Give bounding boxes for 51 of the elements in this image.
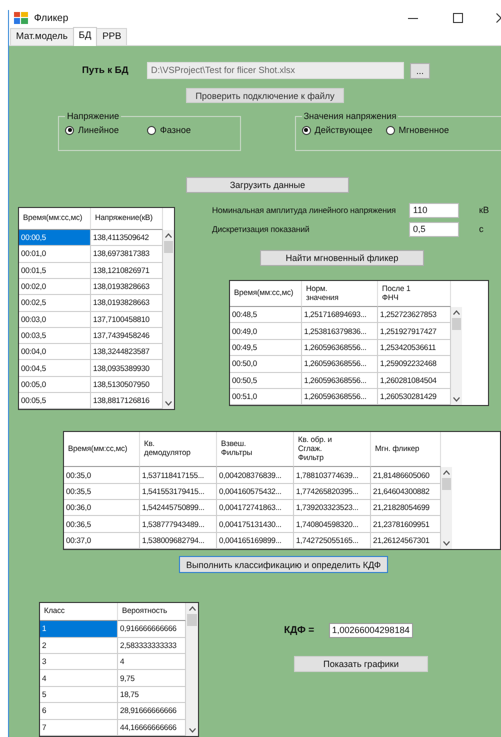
scroll-down-icon[interactable]: [453, 397, 460, 402]
scroll-down-icon[interactable]: [165, 401, 172, 406]
radio-option[interactable]: Линейное: [65, 125, 147, 136]
radio-label: Линейное: [78, 125, 119, 136]
scroll-up-icon[interactable]: [443, 470, 450, 476]
scrollbar[interactable]: [186, 603, 198, 736]
kdf-field[interactable]: 1,00266004298184: [329, 623, 413, 638]
group-title: Значения напряжения: [302, 111, 398, 122]
tab[interactable]: Мат.модель: [10, 28, 74, 46]
scroll-thumb[interactable]: [187, 614, 197, 626]
app-icon: [14, 12, 28, 24]
unit-label: с: [479, 224, 484, 234]
unit-label: кВ: [479, 205, 489, 216]
group-title: Напряжение: [66, 111, 120, 122]
radio-label: Мгновенное: [398, 125, 450, 136]
tab[interactable]: РРВ: [96, 28, 128, 46]
check-connection-button[interactable]: Проверить подключение к файлу: [186, 88, 344, 104]
kdf-label: КДФ =: [284, 625, 316, 636]
scroll-up-icon[interactable]: [188, 606, 196, 612]
tab[interactable]: БД: [72, 27, 98, 46]
radio-option[interactable]: Фазное: [147, 125, 191, 136]
radio-button[interactable]: [147, 126, 156, 135]
scrollbar[interactable]: [441, 467, 452, 550]
scroll-thumb[interactable]: [164, 241, 173, 254]
load-data-button[interactable]: Загрузить данные: [186, 177, 349, 194]
close-icon[interactable]: [496, 12, 501, 24]
find-flicker-button[interactable]: Найти мгновенный фликер: [260, 250, 424, 266]
maximize-icon[interactable]: [452, 12, 464, 24]
radio-option[interactable]: Мгновенное: [386, 125, 450, 136]
radio-button[interactable]: [65, 126, 74, 135]
scroll-thumb[interactable]: [442, 478, 451, 490]
scrollbar[interactable]: [163, 230, 174, 410]
radio-button[interactable]: [386, 126, 395, 135]
radio-label: Фазное: [160, 125, 191, 136]
sampling-label: Дискретизация показаний: [212, 224, 310, 234]
nominal-label: Номинальная амплитуда линейного напряжения: [212, 205, 397, 216]
path-label: Путь к БД: [82, 65, 130, 76]
sampling-field[interactable]: 0,5: [409, 222, 459, 237]
scroll-thumb[interactable]: [452, 318, 461, 330]
scroll-up-icon[interactable]: [165, 233, 172, 238]
scroll-down-icon[interactable]: [188, 728, 196, 733]
radio-button[interactable]: [302, 126, 311, 135]
radio-option[interactable]: Действующее: [302, 125, 386, 136]
radio-label: Действующее: [314, 125, 373, 136]
scroll-up-icon[interactable]: [453, 310, 460, 316]
nominal-field[interactable]: 110: [409, 202, 459, 218]
scrollbar[interactable]: [451, 307, 462, 406]
classify-button[interactable]: Выполнить классификацию и определить КДФ: [179, 556, 388, 574]
show-graphs-button[interactable]: Показать графики: [294, 656, 428, 672]
window-title: Фликер: [34, 12, 70, 24]
scroll-down-icon[interactable]: [443, 541, 450, 546]
